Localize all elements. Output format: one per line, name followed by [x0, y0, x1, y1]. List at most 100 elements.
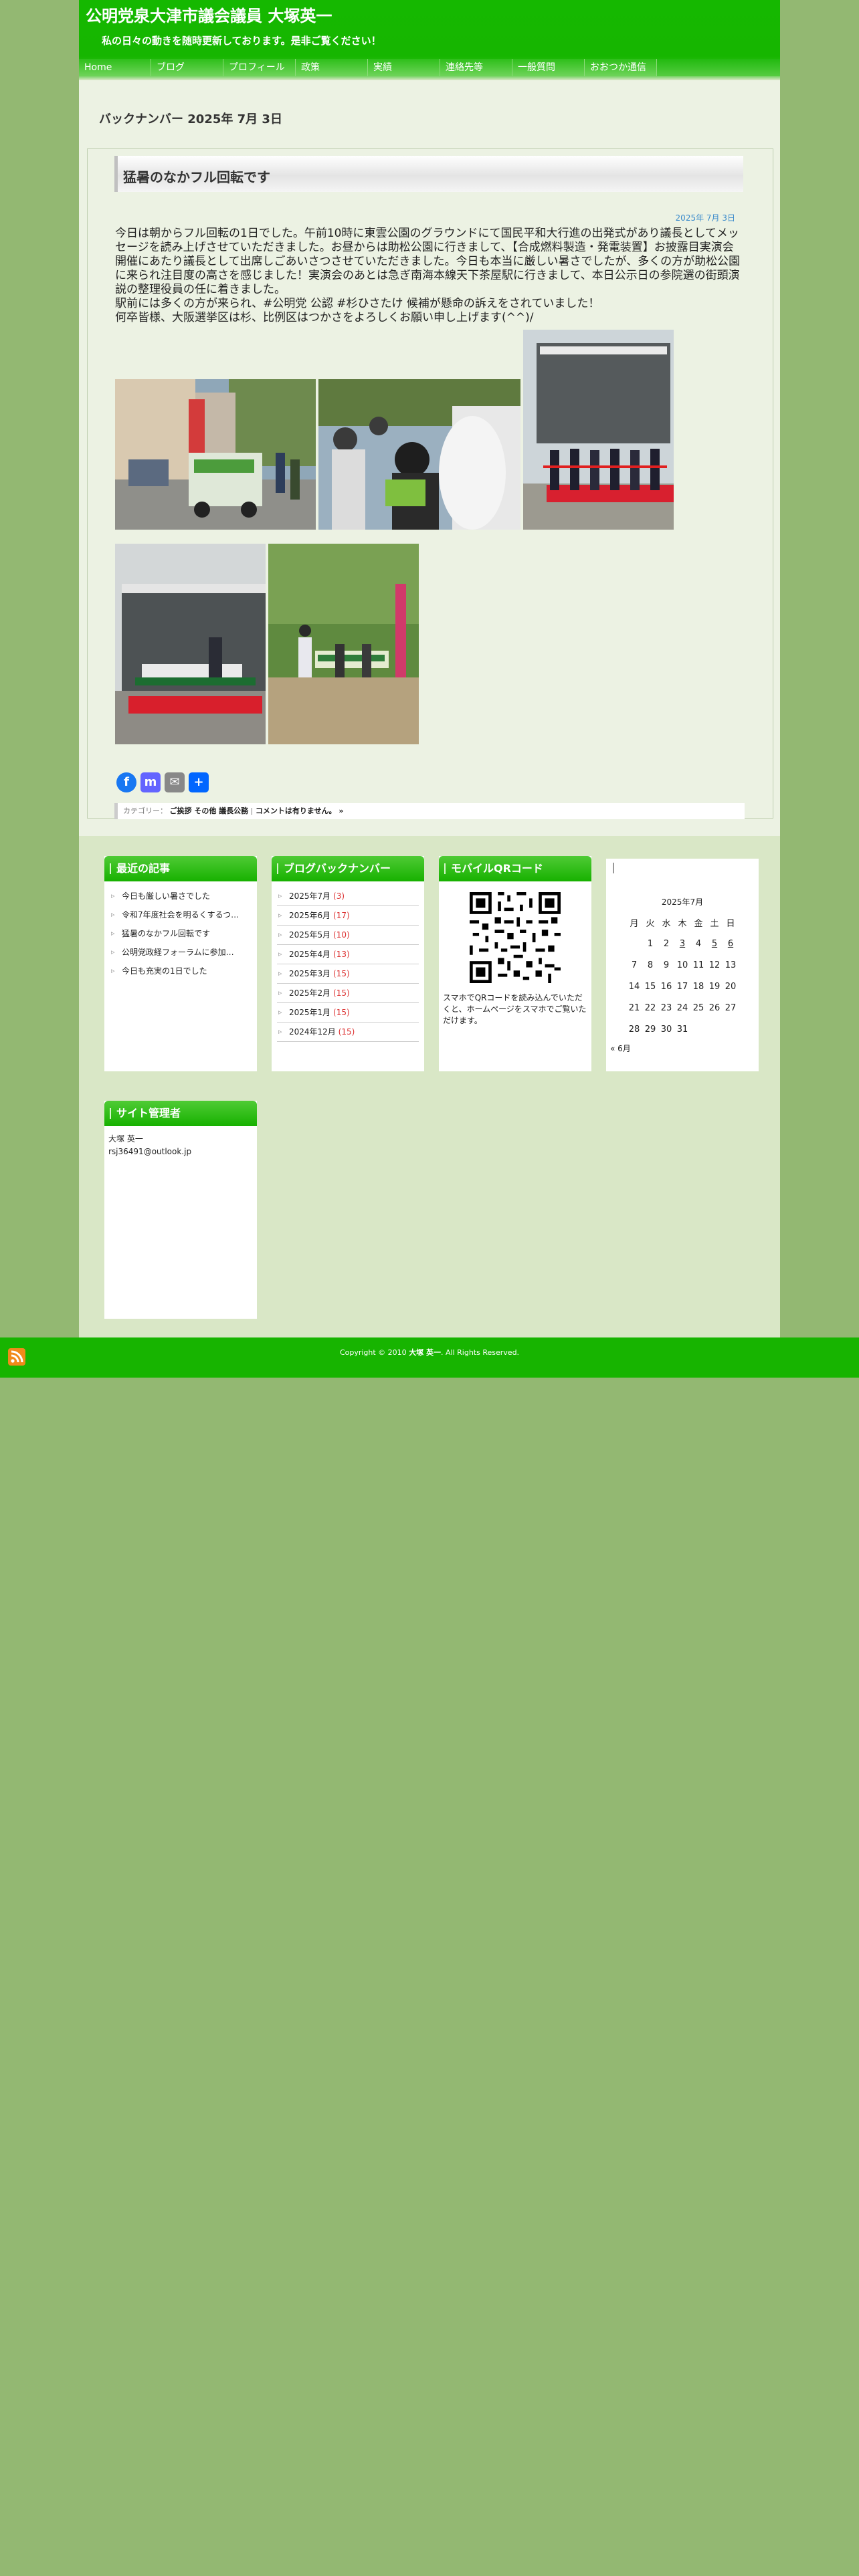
calendar-day	[690, 1018, 706, 1040]
weekday-header: 火	[646, 918, 655, 929]
calendar-day-link[interactable]: 3	[674, 933, 690, 954]
archive-link[interactable]: 2025年6月 (17)	[277, 906, 419, 926]
post-meta: カテゴリー： ご挨拶 その他 議長公務 | コメントは有りません。 »	[114, 803, 745, 819]
widget-recent-posts: 最近の記事 今日も厳しい暑さでした 令和7年度社会を明るくするつ… 猛暑のなかフ…	[104, 856, 257, 1071]
widget-title: 最近の記事	[104, 856, 257, 881]
calendar-day: 26	[708, 1002, 721, 1013]
post-title-bar: 猛暑のなかフル回転です	[114, 156, 743, 192]
recent-post-link[interactable]: 猛暑のなかフル回転です	[110, 924, 252, 943]
copyright-suffix: . All Rights Reserved.	[441, 1348, 520, 1357]
calendar-day: 28	[628, 1024, 640, 1035]
calendar-day: 8	[647, 960, 654, 970]
recent-post-link[interactable]: 今日も充実の1日でした	[110, 962, 252, 980]
calendar-table: 月 火 水 木 金 土 日 1 2 3 4 5 6 7 8 9 10 11 12…	[626, 911, 739, 1040]
calendar: 2025年7月 月 火 水 木 金 土 日 1 2 3 4 5 6 7 8 9 …	[606, 896, 759, 1054]
site-footer: Copyright © 2010 大塚 英一. All Rights Reser…	[0, 1337, 859, 1378]
nav-newsletter[interactable]: おおつか通信	[585, 59, 657, 76]
page-container: 公明党泉大津市議会議員 大塚英一 私の日々の動きを随時更新しております。是非ご覧…	[79, 0, 780, 1337]
calendar-day: 20	[725, 981, 737, 992]
nav-blog[interactable]: ブログ	[151, 59, 223, 76]
calendar-day-link[interactable]: 6	[723, 933, 739, 954]
post-photo-campaign-truck[interactable]	[115, 379, 316, 530]
archive-link[interactable]: 2025年5月 (10)	[277, 926, 419, 945]
recent-post-link[interactable]: 公明党政経フォーラムに参加…	[110, 943, 252, 962]
calendar-day: 1	[647, 938, 654, 949]
nav-contact[interactable]: 連絡先等	[440, 59, 512, 76]
calendar-day: 21	[628, 1002, 640, 1013]
main-content: バックナンバー 2025年 7月 3日 猛暑のなかフル回転です 2025年 7月…	[79, 80, 780, 836]
widget-qr: モバイルQRコード スマホでQRコードを読み込んでいただくと、ホームページをスマ…	[439, 856, 591, 1071]
post-title[interactable]: 猛暑のなかフル回転です	[123, 167, 270, 186]
site-header: 公明党泉大津市議会議員 大塚英一 私の日々の動きを随時更新しております。是非ご覧…	[79, 0, 780, 80]
post-body: 今日は朝からフル回転の1日でした。午前10時に東雲公園のグラウンドにて国民平和大…	[115, 227, 744, 325]
post-photo-speech[interactable]	[268, 544, 419, 744]
calendar-day: 4	[695, 938, 702, 949]
archive-link[interactable]: 2025年7月 (3)	[277, 887, 419, 906]
post-photo-fuel-demo[interactable]	[318, 379, 520, 530]
post-photo-facility[interactable]	[115, 544, 266, 744]
admin-email: rsj36491@outlook.jp	[108, 1147, 192, 1156]
archive-link[interactable]: 2025年2月 (15)	[277, 984, 419, 1003]
share-icon[interactable]: +	[189, 772, 209, 792]
nav-policy[interactable]: 政策	[296, 59, 368, 76]
calendar-day: 13	[725, 960, 737, 970]
calendar-day: 17	[676, 981, 688, 992]
recent-post-link[interactable]: 今日も厳しい暑さでした	[110, 887, 252, 905]
weekday-header: 土	[710, 918, 719, 929]
photo-image	[115, 379, 316, 530]
widget-archives: ブログバックナンバー 2025年7月 (3) 2025年6月 (17) 2025…	[272, 856, 424, 1071]
archive-link[interactable]: 2025年4月 (13)	[277, 945, 419, 964]
qr-code-image	[470, 892, 561, 983]
post-photo-ribbon-cutting[interactable]	[523, 330, 674, 530]
category-links[interactable]: ご挨拶 その他 議長公務	[170, 807, 249, 815]
post-paragraph: 何卒皆様、大阪選挙区は杉、比例区はつかさをよろしくお願い申し上げます(^^)/	[115, 311, 534, 324]
photo-image	[115, 544, 266, 744]
calendar-day: 14	[628, 981, 640, 992]
main-nav: Home ブログ プロフィール 政策 実績 連絡先等 一般質問 おおつか通信	[79, 59, 780, 76]
photo-image	[523, 330, 674, 530]
nav-questions[interactable]: 一般質問	[512, 59, 585, 76]
calendar-day: 16	[660, 981, 672, 992]
nav-profile[interactable]: プロフィール	[223, 59, 296, 76]
calendar-day: 12	[708, 960, 721, 970]
weekday-header: 金	[694, 918, 703, 929]
weekday-header: 水	[662, 918, 671, 929]
site-title[interactable]: 公明党泉大津市議会議員 大塚英一	[86, 3, 332, 26]
calendar-day: 25	[692, 1002, 704, 1013]
qr-code-icon	[470, 892, 561, 983]
widget-calendar: 2025年7月 月 火 水 木 金 土 日 1 2 3 4 5 6 7 8 9 …	[606, 859, 759, 1071]
email-share-icon[interactable]: ✉	[165, 772, 185, 792]
widget-title: ブログバックナンバー	[272, 856, 424, 881]
calendar-day: 27	[725, 1002, 737, 1013]
mastodon-share-icon[interactable]: m	[140, 772, 161, 792]
calendar-prev-link[interactable]: « 6月	[606, 1043, 759, 1054]
calendar-day: 23	[660, 1002, 672, 1013]
calendar-day: 11	[692, 960, 704, 970]
post-paragraph: 今日は朝からフル回転の1日でした。午前10時に東雲公園のグラウンドにて国民平和大…	[115, 227, 741, 296]
widget-title: モバイルQRコード	[439, 856, 591, 881]
photo-image	[268, 544, 419, 744]
calendar-day: 19	[708, 981, 721, 992]
nav-achievements[interactable]: 実績	[368, 59, 440, 76]
recent-post-link[interactable]: 令和7年度社会を明るくするつ…	[110, 905, 252, 924]
calendar-day: 15	[644, 981, 656, 992]
calendar-day: 9	[663, 960, 670, 970]
facebook-share-icon[interactable]: f	[116, 772, 136, 792]
calendar-day: 22	[644, 1002, 656, 1013]
nav-filler	[657, 59, 780, 76]
calendar-marker	[613, 863, 614, 873]
weekday-header: 月	[630, 918, 639, 929]
calendar-day-link[interactable]: 5	[706, 933, 723, 954]
archive-link[interactable]: 2025年3月 (15)	[277, 964, 419, 984]
post: 猛暑のなかフル回転です 2025年 7月 3日 今日は朝からフル回転の1日でした…	[87, 148, 773, 819]
calendar-day: 7	[631, 960, 638, 970]
archives-list: 2025年7月 (3) 2025年6月 (17) 2025年5月 (10) 20…	[272, 881, 424, 1042]
archive-link[interactable]: 2025年1月 (15)	[277, 1003, 419, 1023]
archive-link[interactable]: 2024年12月 (15)	[277, 1023, 419, 1042]
category-label: カテゴリー：	[123, 807, 167, 815]
photo-image	[318, 379, 520, 530]
comments-link[interactable]: コメントは有りません。 »	[256, 807, 344, 815]
weekday-header: 日	[726, 918, 735, 929]
nav-home[interactable]: Home	[79, 59, 151, 76]
rss-icon[interactable]	[8, 1348, 25, 1366]
